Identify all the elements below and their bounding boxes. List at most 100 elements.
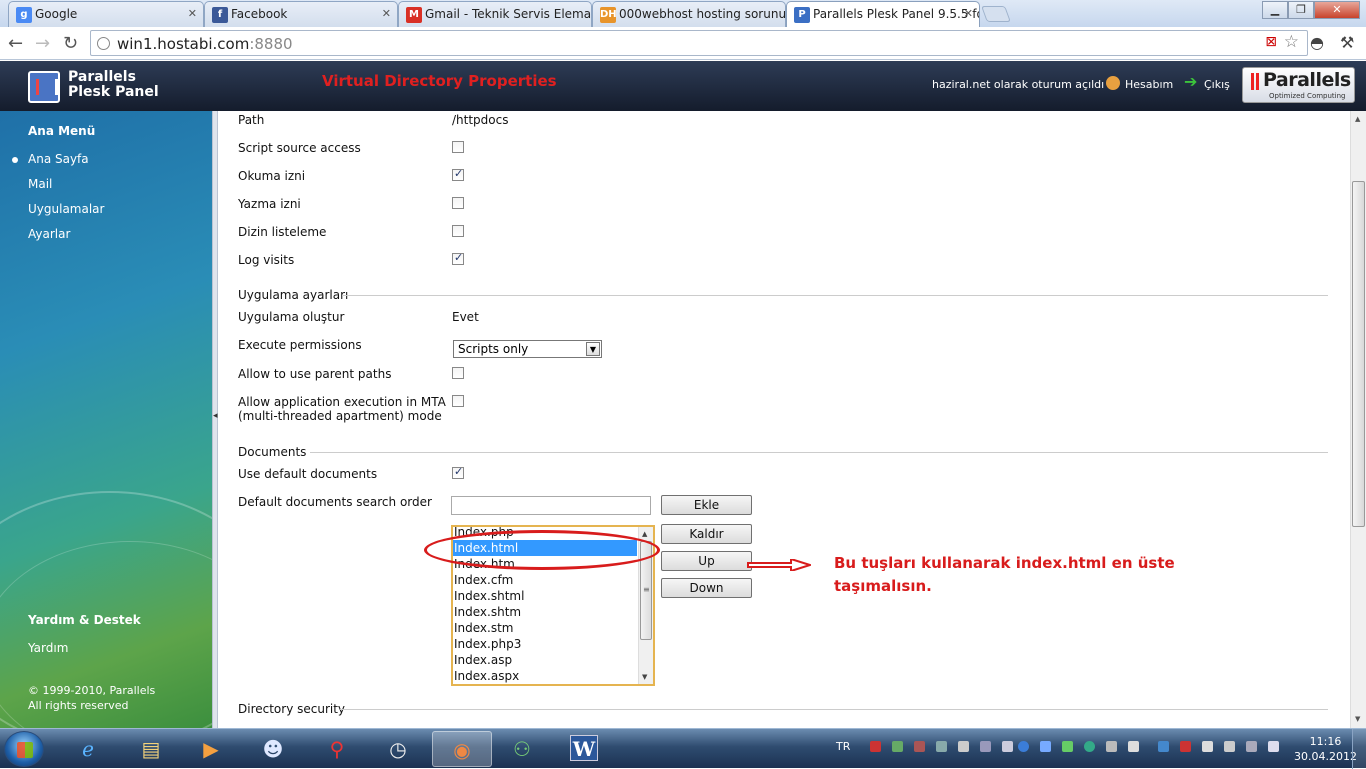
plesk-header: Parallels Plesk Panel Virtual Directory … [0,61,1366,111]
execute-permissions-select[interactable]: Scripts only ▼ [453,340,602,358]
show-desktop-button[interactable] [1352,729,1366,769]
tray-app-icon[interactable] [936,741,947,752]
volume-icon[interactable] [1268,741,1279,752]
write-permission-label: Yazma izni [238,197,301,211]
tray-app-icon[interactable] [958,741,969,752]
popup-blocked-icon[interactable]: ⊠ [1265,34,1277,50]
close-window-button[interactable]: ✕ [1314,1,1360,19]
windows-taskbar: ℯ ▤ ▶ ☻ ⚲ ◷ ◉ ⚇ W TR 11:16 30.04.2012 [0,728,1366,769]
tray-app-icon[interactable] [1002,741,1013,752]
list-item[interactable]: Index.php3 [453,636,637,652]
logout-link[interactable]: Çıkış [1204,78,1230,91]
list-item[interactable]: Index.shtm [453,604,637,620]
path-value: /httpdocs [452,113,509,127]
tray-app-icon[interactable] [1158,741,1169,752]
tray-app-icon[interactable] [1106,741,1117,752]
parallels-logo: Parallels Optimized Computing [1242,67,1355,103]
ie-icon[interactable]: ℯ [58,731,118,767]
app-settings-heading: Uygulama ayarları [238,288,349,302]
network-status-icon[interactable] [1246,741,1257,752]
up-button[interactable]: Up [661,551,752,571]
tab-000webhost[interactable]: DH 000webhost hosting sorunu [592,1,786,27]
search-order-label: Default documents search order [238,495,432,509]
tray-app-icon[interactable] [1040,741,1051,752]
list-item[interactable]: Index.cfm [453,572,637,588]
sidebar-item-settings[interactable]: Ayarlar [28,227,70,241]
minimize-button[interactable]: ▁ [1262,1,1288,19]
list-item[interactable]: Index.shtml [453,588,637,604]
collapse-arrow-icon: ◂ [213,411,218,421]
pin-icon[interactable]: ⚲ [307,731,367,767]
tray-app-icon[interactable] [1224,741,1235,752]
clock[interactable]: 11:16 30.04.2012 [1294,734,1357,764]
contacts-icon[interactable]: ☻ [243,731,303,767]
scroll-down-icon[interactable]: ▼ [642,673,647,681]
bluetooth-icon[interactable] [1018,741,1029,752]
back-icon[interactable]: ← [8,33,23,54]
scroll-down-icon[interactable]: ▼ [1355,715,1360,723]
sidebar-item-mail[interactable]: Mail [28,177,52,191]
account-link[interactable]: Hesabım [1125,78,1173,91]
scroll-up-icon[interactable]: ▲ [642,530,647,538]
list-item[interactable]: Index.asp [453,652,637,668]
tab-plesk[interactable]: P Parallels Plesk Panel 9.5.5 fo ✕ [786,1,980,27]
page-scrollbar[interactable]: ▲ ▼ [1350,111,1366,728]
forward-icon[interactable]: → [35,33,50,54]
chrome-icon[interactable]: ◉ [432,731,492,767]
tray-app-icon[interactable] [980,741,991,752]
network-icon[interactable]: ⚇ [492,731,552,767]
execute-permissions-label: Execute permissions [238,338,362,352]
documents-heading: Documents [238,445,307,459]
log-visits-checkbox[interactable] [452,251,464,265]
directory-security-heading: Directory security [238,702,346,716]
scroll-thumb[interactable] [1352,181,1365,527]
parent-paths-checkbox[interactable] [452,367,464,379]
tab-google[interactable]: g Google ✕ [8,1,204,27]
start-button[interactable] [4,731,44,767]
close-icon[interactable]: ✕ [188,7,197,20]
virtual-directory-form: Path /httpdocs Script source access Okum… [218,111,1350,728]
tray-app-icon[interactable] [1128,741,1139,752]
tray-app-icon[interactable] [892,741,903,752]
add-button[interactable]: Ekle [661,495,752,515]
scroll-up-icon[interactable]: ▲ [1355,115,1360,123]
word-icon[interactable]: W [554,731,614,767]
tray-app-icon[interactable] [1180,741,1191,752]
tray-app-icon[interactable] [870,741,881,752]
facebook-icon: f [212,7,228,23]
script-source-checkbox[interactable] [452,141,464,153]
tray-app-icon[interactable] [914,741,925,752]
new-tab-button[interactable] [981,6,1011,22]
remove-button[interactable]: Kaldır [661,524,752,544]
address-bar[interactable]: win1.hostabi.com:8880 ⊠ ☆ [90,30,1308,56]
dir-listing-checkbox[interactable] [452,225,464,237]
tray-app-icon[interactable] [1202,741,1213,752]
sidebar-item-help[interactable]: Yardım [28,641,68,655]
new-document-input[interactable] [451,496,651,515]
wrench-icon[interactable]: ⚒ [1340,33,1354,52]
tab-facebook[interactable]: f Facebook ✕ [204,1,398,27]
tab-gmail[interactable]: M Gmail - Teknik Servis Elema [398,1,592,27]
language-indicator[interactable]: TR [836,740,850,753]
reload-icon[interactable]: ↻ [63,33,78,54]
media-player-icon[interactable]: ▶ [181,731,241,767]
clock-app-icon[interactable]: ◷ [368,731,428,767]
parallels-bars-icon [1251,73,1259,90]
incognito-icon[interactable]: ◓ [1310,33,1324,52]
sidebar-item-applications[interactable]: Uygulamalar [28,202,104,216]
write-permission-checkbox[interactable] [452,197,464,209]
bookmark-star-icon[interactable]: ☆ [1284,32,1299,52]
close-icon[interactable]: ✕ [382,7,391,20]
down-button[interactable]: Down [661,578,752,598]
explorer-icon[interactable]: ▤ [121,731,181,767]
sidebar-item-home[interactable]: Ana Sayfa [28,152,89,166]
list-item[interactable]: Index.stm [453,620,637,636]
read-permission-checkbox[interactable] [452,167,464,181]
close-icon[interactable]: ✕ [964,7,973,20]
mta-checkbox[interactable] [452,395,464,407]
use-default-docs-checkbox[interactable] [452,465,464,479]
tray-app-icon[interactable] [1062,741,1073,752]
tray-app-icon[interactable] [1084,741,1095,752]
list-item[interactable]: Index.aspx [453,668,637,684]
maximize-button[interactable]: ❐ [1288,1,1314,19]
